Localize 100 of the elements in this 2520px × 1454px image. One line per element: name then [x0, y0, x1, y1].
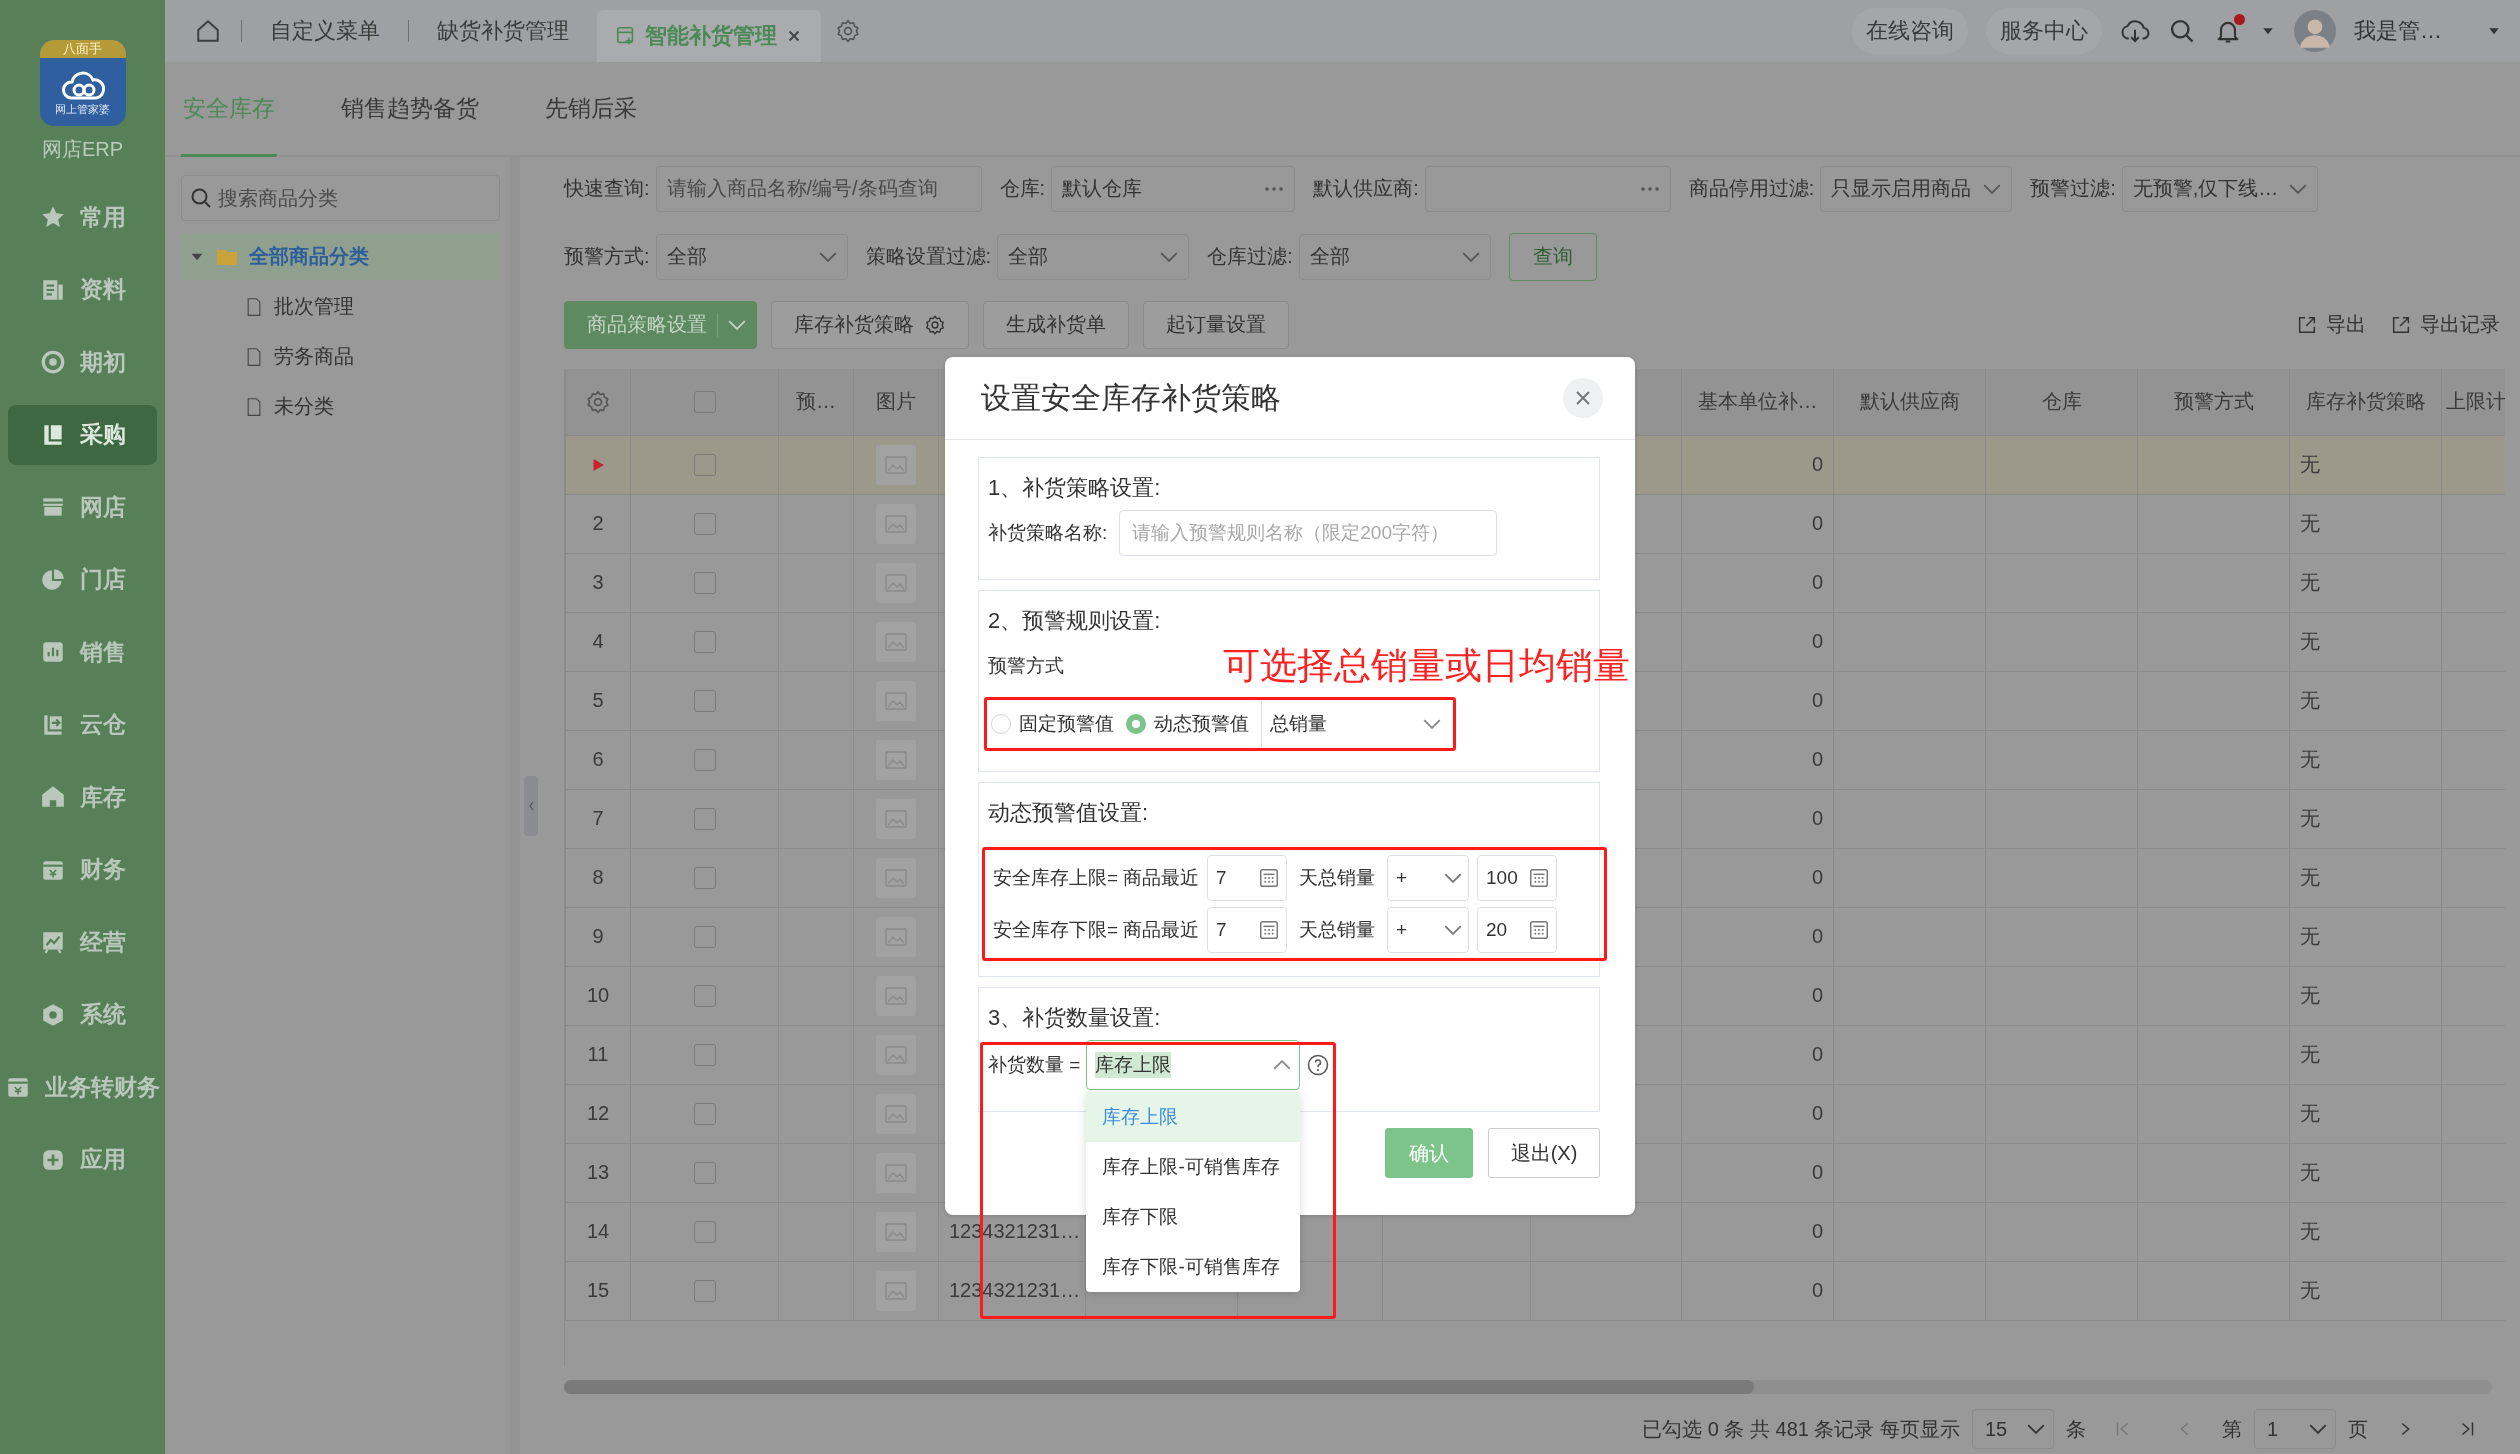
checkbox[interactable] — [693, 1220, 716, 1243]
dropdown[interactable]: 全部 — [1298, 233, 1491, 280]
sidebar-item[interactable]: 财务 — [8, 839, 157, 900]
settings-icon[interactable] — [835, 18, 861, 44]
section-title: 1、补货策略设置: — [988, 474, 1162, 502]
tree-item[interactable]: 劳务商品 — [181, 333, 500, 380]
sidebar-item[interactable]: 资料 — [8, 259, 157, 320]
search-icon[interactable] — [2168, 17, 2196, 45]
sidebar-item[interactable]: 系统 — [8, 984, 157, 1045]
checkbox[interactable] — [693, 512, 716, 535]
checkbox[interactable] — [693, 630, 716, 653]
image-placeholder-icon — [876, 1152, 916, 1193]
horizontal-scrollbar[interactable] — [564, 1380, 2492, 1395]
dropdown[interactable]: 只显示启用商品 — [1820, 165, 2013, 212]
page-size-select[interactable]: 15 — [1972, 1409, 2054, 1450]
image-placeholder-icon — [876, 1093, 916, 1134]
settings-icon[interactable] — [585, 388, 611, 415]
header-button[interactable]: 在线咨询 — [1852, 8, 1968, 54]
query-button[interactable]: 查询 — [1508, 232, 1597, 281]
sidebar-item[interactable]: 采购 — [8, 404, 157, 465]
collapse-handle-icon — [524, 775, 538, 836]
field-label: 默认供应商: — [1313, 176, 1419, 202]
picker-field[interactable] — [1424, 165, 1671, 212]
sidebar-item[interactable]: 期初 — [8, 332, 157, 392]
sidebar-item[interactable]: 应用 — [8, 1129, 157, 1190]
sidebar-item[interactable]: 门店 — [8, 549, 157, 610]
chevron-up-icon — [1273, 1060, 1292, 1070]
table-cell: 无 — [2289, 1261, 2442, 1321]
number-field[interactable]: 7 — [1207, 855, 1287, 901]
formula-label: 安全库存下限= 商品最近 — [993, 918, 1199, 942]
table-cell: 0 — [1681, 789, 1834, 849]
checkbox[interactable] — [693, 748, 716, 771]
checkbox[interactable] — [693, 1043, 716, 1066]
section-tab[interactable]: 先销后采 — [543, 62, 639, 157]
logo-badge: 八面手 — [39, 40, 126, 58]
chevron-down-icon — [1983, 183, 2002, 194]
sidebar-item[interactable]: 销售 — [8, 622, 157, 682]
sidebar-item[interactable]: 经营 — [8, 912, 157, 972]
table-cell: 无 — [2289, 1084, 2442, 1144]
export-link[interactable]: 导出 — [2296, 311, 2366, 339]
checkbox[interactable] — [693, 571, 716, 594]
column-header: 库存补货策略 — [2289, 368, 2442, 436]
field-label: 快速查询: — [564, 176, 650, 202]
page-number-select[interactable]: 1 — [2254, 1409, 2336, 1450]
formula-label: 天总销量 — [1299, 918, 1375, 942]
toolbar-button[interactable]: 库存补货策略 — [771, 300, 969, 349]
tree-item[interactable]: 全部商品分类 — [181, 233, 500, 280]
dropdown-option[interactable]: 库存上限 — [1086, 1092, 1301, 1142]
checkbox[interactable] — [693, 1161, 716, 1184]
column-header: 基本单位补… — [1681, 368, 1834, 436]
toolbar-button[interactable]: 生成补货单 — [983, 300, 1129, 349]
checkbox[interactable] — [693, 984, 716, 1007]
checkbox[interactable] — [693, 390, 716, 413]
number-field[interactable]: 20 — [1477, 907, 1557, 953]
tree-item[interactable]: 未分类 — [181, 383, 500, 430]
table-cell: 0 — [1681, 494, 1834, 554]
checkbox[interactable] — [693, 1102, 716, 1125]
number-field[interactable]: 100 — [1477, 855, 1557, 901]
page-tab[interactable]: 缺货补货管理 — [429, 0, 577, 62]
dropdown[interactable]: 无预警,仅下线… — [2121, 165, 2318, 212]
image-placeholder-icon — [876, 916, 916, 957]
input-field[interactable]: 请输入商品名称/编号/条码查询 — [655, 165, 982, 212]
dropdown[interactable]: 库存上限 — [1086, 1040, 1301, 1090]
checkbox[interactable] — [693, 1279, 716, 1302]
checkbox[interactable] — [693, 807, 716, 830]
dialog-title: 设置安全库存补货策略 — [981, 379, 1281, 416]
sidebar-item[interactable]: 网店 — [8, 477, 157, 537]
sidebar-item[interactable]: 常用 — [8, 187, 157, 247]
dropdown-option[interactable]: 库存上限-可销售库存 — [1086, 1142, 1301, 1192]
checkbox[interactable] — [693, 689, 716, 712]
dropdown[interactable]: 全部 — [997, 233, 1190, 280]
checkbox[interactable] — [693, 453, 716, 476]
sidebar-item[interactable]: 云仓 — [8, 694, 157, 755]
toolbar-button[interactable]: 起订量设置 — [1143, 300, 1289, 349]
table-cell: 无 — [2289, 730, 2442, 790]
split-button[interactable]: 商品策略设置 — [564, 300, 757, 349]
tree-item[interactable]: 批次管理 — [181, 283, 500, 330]
search-field[interactable]: 搜索商品分类 — [181, 175, 500, 221]
section-tab[interactable]: 销售趋势备货 — [339, 62, 481, 157]
page-tab[interactable]: 自定义菜单 — [262, 0, 388, 62]
user-name[interactable]: 我是管… — [2354, 16, 2442, 46]
field-label: 预警过滤: — [2030, 176, 2116, 202]
checkbox[interactable] — [693, 925, 716, 948]
dropdown[interactable]: 全部 — [655, 233, 848, 280]
exit-button[interactable]: 退出(X) — [1488, 1128, 1600, 1178]
home-icon[interactable] — [195, 18, 221, 44]
close-icon[interactable] — [1563, 378, 1603, 418]
help-icon[interactable] — [1306, 1053, 1331, 1077]
image-placeholder-icon — [876, 1034, 916, 1075]
sidebar-item[interactable]: 库存 — [8, 767, 157, 827]
export-link[interactable]: 导出记录 — [2390, 311, 2500, 339]
checkbox[interactable] — [693, 866, 716, 889]
header-button[interactable]: 服务中心 — [1986, 8, 2102, 54]
dropdown[interactable]: + — [1387, 907, 1469, 953]
chevron-down-icon — [2309, 1424, 2327, 1435]
dropdown[interactable]: + — [1387, 855, 1469, 901]
number-field[interactable]: 7 — [1207, 907, 1287, 953]
chevron-down-icon — [2027, 1424, 2045, 1435]
picker-field[interactable]: 默认仓库 — [1051, 165, 1296, 212]
dropdown[interactable]: 总销量 — [1261, 701, 1449, 747]
